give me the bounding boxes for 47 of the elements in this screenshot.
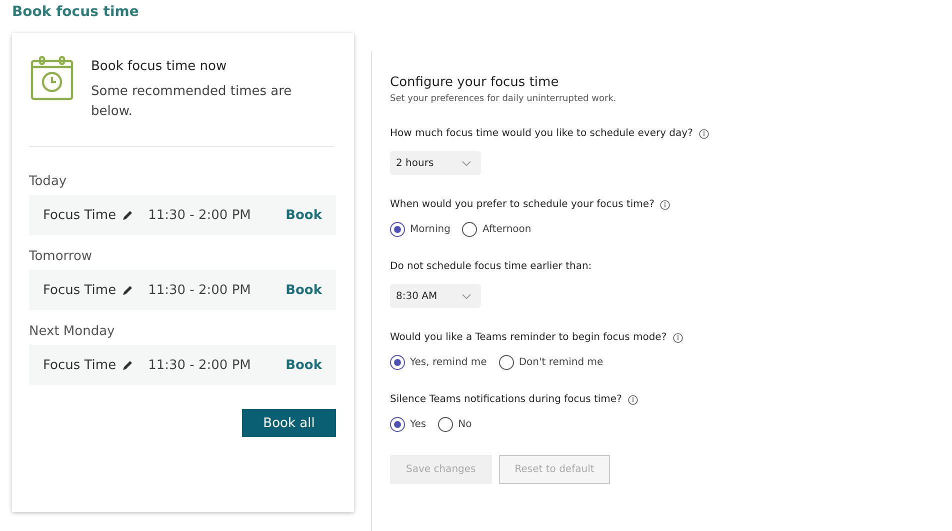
slot-name: Focus Time	[43, 282, 116, 298]
radio-label: Yes, remind me	[410, 357, 487, 368]
question-label: Would you like a Teams reminder to begin focus mode?	[390, 332, 667, 343]
pencil-icon[interactable]	[122, 209, 134, 221]
slot-time: 11:30 - 2:00 PM	[148, 358, 252, 372]
calendar-clock-icon	[29, 55, 75, 101]
radio-button[interactable]	[390, 355, 405, 370]
book-link[interactable]: Book	[286, 358, 322, 372]
radio-label: Don't remind me	[518, 357, 604, 368]
radio-label: Morning	[410, 224, 450, 235]
day-label: Next Monday	[29, 324, 116, 339]
question-label: How much focus time would you like to schedule every day?	[390, 128, 693, 139]
radio-button[interactable]	[390, 417, 405, 432]
slot-name: Focus Time	[43, 208, 116, 222]
slot-time: 11:30 - 2:00 PM	[148, 282, 252, 298]
settings-title: Configure your focus time	[390, 75, 560, 90]
card-title: Book focus time now	[91, 59, 228, 74]
info-icon[interactable]	[672, 332, 683, 342]
radio-button[interactable]	[462, 222, 478, 237]
pencil-icon[interactable]	[122, 284, 134, 296]
radio-button[interactable]	[498, 355, 514, 370]
radio-button[interactable]	[390, 222, 405, 237]
dropdown[interactable]: 8:30 AM	[390, 284, 481, 308]
book-link[interactable]: Book	[286, 208, 322, 222]
radio-label: Yes	[410, 419, 426, 430]
settings-subtitle: Set your preferences for daily uninterrupted work.	[390, 94, 618, 104]
dropdown[interactable]: 2 hours	[390, 151, 481, 175]
question-label: Silence Teams notifications during focus time?	[390, 394, 622, 405]
slot-name: Focus Time	[43, 358, 116, 372]
pencil-icon[interactable]	[122, 359, 134, 371]
info-icon[interactable]	[660, 200, 670, 210]
card-subtitle: Some recommended times are below.	[91, 83, 293, 121]
page-title: Book focus time	[12, 4, 140, 20]
book-all-button[interactable]: Book all	[242, 409, 336, 437]
info-icon[interactable]	[698, 128, 709, 138]
radio-button[interactable]	[438, 417, 454, 432]
question-label: When would you prefer to schedule your focus time?	[390, 199, 654, 210]
day-label: Tomorrow	[29, 249, 94, 264]
slot-time: 11:30 - 2:00 PM	[148, 208, 252, 222]
radio-label: Afternoon	[482, 224, 532, 235]
info-icon[interactable]	[628, 394, 638, 404]
question-label: Do not schedule focus time earlier than:	[390, 261, 592, 272]
book-link[interactable]: Book	[286, 282, 322, 298]
chevron-down-icon	[462, 160, 471, 166]
day-label: Today	[29, 174, 68, 189]
chevron-down-icon	[462, 294, 471, 298]
radio-label: No	[458, 419, 472, 430]
